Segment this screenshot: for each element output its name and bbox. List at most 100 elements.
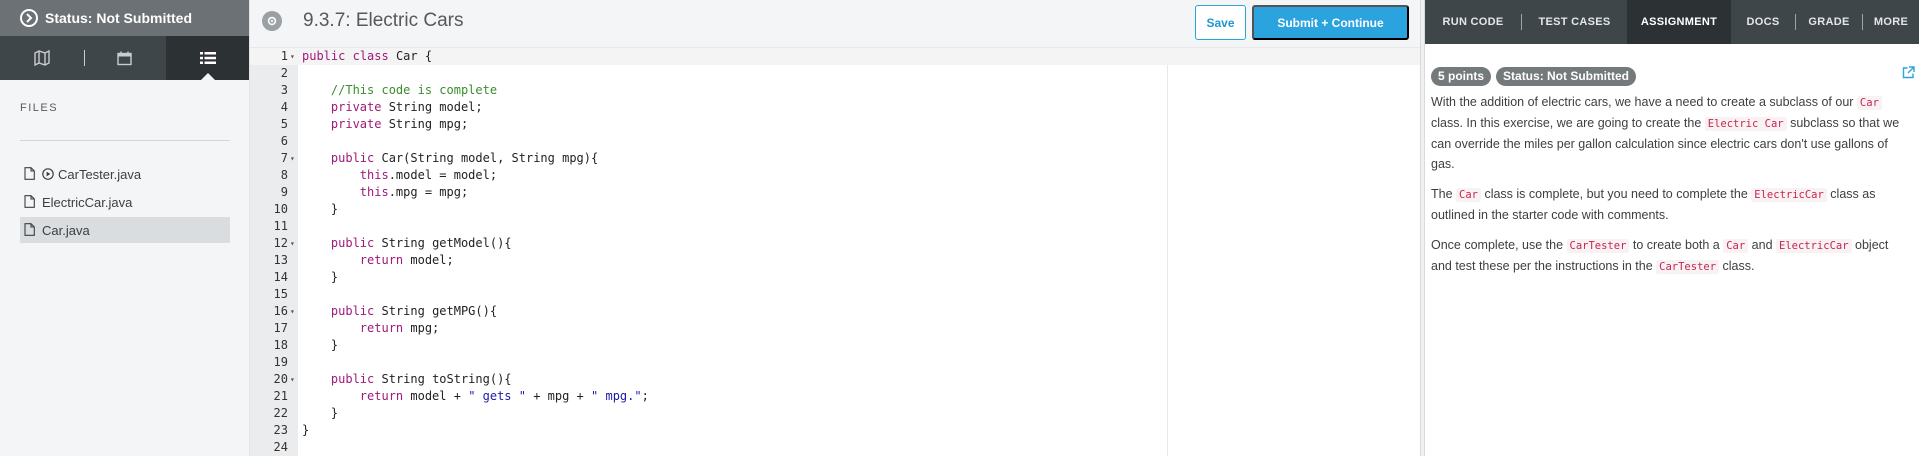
code-text: return mpg;: [359, 321, 440, 335]
code-line[interactable]: 10 }: [250, 201, 1420, 218]
code-line[interactable]: 22 }: [250, 405, 1420, 422]
status-header[interactable]: Status: Not Submitted: [0, 0, 249, 36]
status-badge: Status: Not Submitted: [1496, 66, 1637, 86]
code-text: this.mpg = mpg;: [359, 185, 469, 199]
text-run: With the addition of electric cars, we h…: [1431, 95, 1857, 109]
points-badge: 5 points: [1431, 66, 1492, 86]
code-line[interactable]: 14 }: [250, 269, 1420, 286]
tab-docs[interactable]: DOCS: [1731, 0, 1795, 44]
fold-arrow-icon[interactable]: ▾: [290, 235, 295, 252]
assignment-paragraph-1: With the addition of electric cars, we h…: [1431, 92, 1911, 174]
tab-more[interactable]: MORE: [1863, 0, 1919, 44]
nav-tab-files[interactable]: [166, 36, 249, 80]
code-line[interactable]: 17 return mpg;: [250, 320, 1420, 337]
code-line[interactable]: 6: [250, 133, 1420, 150]
line-number: 7: [280, 151, 288, 165]
editor-pane: 9.3.7: Electric Cars Save Submit + Conti…: [250, 0, 1420, 456]
code-line[interactable]: 1 ▾ public class Car {: [250, 48, 1420, 65]
line-number: 23: [273, 423, 288, 437]
file-item-electriccar[interactable]: ElectricCar.java: [20, 189, 230, 215]
inline-code: Electric Car: [1704, 117, 1787, 131]
code-text: public String toString(){: [330, 372, 512, 386]
text-run: class. In this exercise, we are going to…: [1431, 116, 1705, 130]
line-number: 18: [273, 338, 288, 352]
tab-run-code[interactable]: RUN CODE: [1425, 0, 1521, 44]
fold-arrow-icon[interactable]: ▾: [290, 48, 295, 65]
code-line[interactable]: 7 ▾ public Car(String model, String mpg){: [250, 150, 1420, 167]
right-panel: RUN CODE TEST CASES ASSIGNMENT DOCS GRAD…: [1425, 0, 1919, 456]
calendar-icon: [117, 51, 132, 65]
code-line[interactable]: 12 ▾ public String getModel(){: [250, 235, 1420, 252]
app-window: Status: Not Submitted FILES CarTester.ja…: [0, 0, 1919, 456]
code-text: //This code is complete: [302, 83, 498, 97]
file-item-car[interactable]: Car.java: [20, 217, 230, 243]
code-text: public String getMPG(){: [330, 304, 498, 318]
line-number: 11: [273, 219, 288, 233]
line-number: 17: [273, 321, 288, 335]
fold-arrow-icon[interactable]: ▾: [290, 371, 295, 388]
inline-code: Car: [1856, 96, 1882, 110]
code-line[interactable]: 2: [250, 65, 1420, 82]
code-line[interactable]: 24: [250, 439, 1420, 456]
code-editor[interactable]: 1 ▾ public class Car {2 3 //This code is co…: [250, 48, 1420, 456]
code-line[interactable]: 9 this.mpg = mpg;: [250, 184, 1420, 201]
text-run: class.: [1719, 259, 1755, 273]
save-button[interactable]: Save: [1195, 5, 1246, 40]
code-line[interactable]: 23}: [250, 422, 1420, 439]
code-text: public String getModel(){: [330, 236, 512, 250]
code-line[interactable]: 21 return model + " gets " + mpg + " mpg…: [250, 388, 1420, 405]
text-run: Once complete, use the: [1431, 238, 1567, 252]
code-text: return model;: [359, 253, 454, 267]
run-icon: [42, 168, 54, 180]
code-text: private String mpg;: [330, 117, 469, 131]
line-number: 21: [273, 389, 288, 403]
code-line[interactable]: 15: [250, 286, 1420, 303]
code-text: }: [302, 202, 339, 216]
nav-tab-calendar[interactable]: [83, 36, 166, 80]
file-icon: [24, 223, 36, 237]
code-line[interactable]: 8 this.model = model;: [250, 167, 1420, 184]
gear-icon[interactable]: [262, 11, 282, 31]
chevron-right-icon: [20, 9, 38, 27]
line-number: 12: [273, 236, 288, 250]
code-line[interactable]: 4 private String model;: [250, 99, 1420, 116]
line-number: 16: [273, 304, 288, 318]
code-text: }: [302, 338, 339, 352]
submit-continue-button[interactable]: Submit + Continue: [1252, 5, 1409, 40]
code-line[interactable]: 5 private String mpg;: [250, 116, 1420, 133]
code-text: return model + " gets " + mpg + " mpg.";: [359, 389, 649, 403]
tab-assignment[interactable]: ASSIGNMENT: [1627, 0, 1731, 44]
line-number: 6: [280, 134, 288, 148]
line-number: 20: [273, 372, 288, 386]
line-number: 9: [280, 185, 288, 199]
code-line[interactable]: 18 }: [250, 337, 1420, 354]
line-number: 19: [273, 355, 288, 369]
line-number: 13: [273, 253, 288, 267]
inline-code: ElectricCar: [1751, 188, 1827, 202]
code-line[interactable]: 3 //This code is complete: [250, 82, 1420, 99]
code-line[interactable]: 19: [250, 354, 1420, 371]
files-divider: [20, 140, 230, 141]
code-line[interactable]: 16 ▾ public String getMPG(){: [250, 303, 1420, 320]
map-icon: [33, 50, 50, 66]
fold-arrow-icon[interactable]: ▾: [290, 150, 295, 167]
code-line[interactable]: 20 ▾ public String toString(){: [250, 371, 1420, 388]
files-heading: FILES: [20, 102, 59, 114]
code-text: public Car(String model, String mpg){: [330, 151, 599, 165]
code-line[interactable]: 13 return model;: [250, 252, 1420, 269]
inline-code: Car: [1723, 239, 1749, 253]
line-number: 5: [280, 117, 288, 131]
nav-tab-map[interactable]: [0, 36, 83, 80]
tab-test-cases[interactable]: TEST CASES: [1522, 0, 1627, 44]
code-text: private String model;: [330, 100, 483, 114]
tab-grade[interactable]: GRADE: [1796, 0, 1862, 44]
status-text: Status: Not Submitted: [45, 10, 192, 26]
code-line[interactable]: 11: [250, 218, 1420, 235]
external-link-icon[interactable]: [1902, 66, 1915, 84]
fold-arrow-icon[interactable]: ▾: [290, 303, 295, 320]
inline-code: CarTester: [1656, 260, 1720, 274]
file-item-cartester[interactable]: CarTester.java: [20, 161, 230, 187]
page-title: 9.3.7: Electric Cars: [303, 10, 464, 31]
file-name: ElectricCar.java: [42, 194, 133, 210]
inline-code: ElectricCar: [1776, 239, 1852, 253]
